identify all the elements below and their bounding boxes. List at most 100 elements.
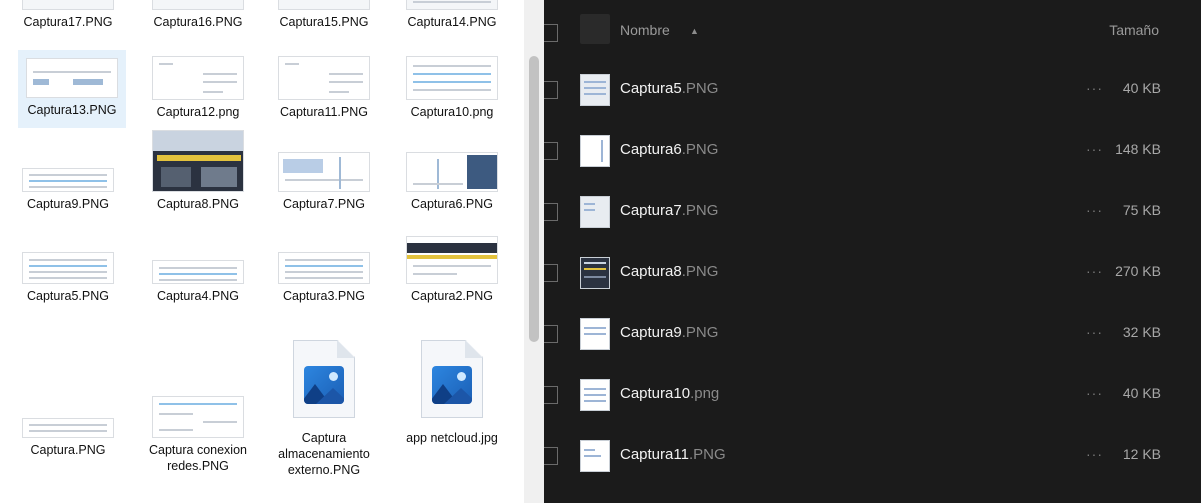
file-tile[interactable]: Captura10.png — [398, 56, 506, 120]
image-file-icon — [421, 340, 483, 418]
file-tile[interactable]: Captura almacenamiento externo.PNG — [270, 340, 378, 478]
file-name: Captura conexion redes.PNG — [149, 443, 247, 473]
thumbnail — [22, 418, 114, 438]
file-row[interactable]: Captura7.PNG ··· 75 KB — [544, 182, 1201, 243]
file-tile[interactable]: Captura.PNG — [14, 418, 122, 458]
more-actions-icon[interactable]: ··· — [1086, 446, 1103, 462]
thumbnail — [152, 260, 244, 284]
file-row[interactable]: Captura9.PNG ··· 32 KB — [544, 304, 1201, 365]
more-actions-icon[interactable]: ··· — [1086, 141, 1103, 157]
file-tile[interactable]: app netcloud.jpg — [398, 340, 506, 446]
more-actions-icon[interactable]: ··· — [1086, 385, 1103, 401]
file-tile[interactable]: Captura14.PNG — [398, 0, 506, 30]
thumbnail — [22, 252, 114, 284]
file-thumbnail — [580, 257, 610, 289]
file-size: 148 KB — [1115, 141, 1161, 157]
select-all-checkbox[interactable] — [544, 24, 558, 42]
image-file-icon — [293, 340, 355, 418]
sort-ascending-icon[interactable]: ▲ — [690, 26, 699, 36]
file-size: 12 KB — [1122, 446, 1161, 462]
file-name: Captura.PNG — [30, 443, 106, 457]
row-checkbox[interactable] — [544, 325, 558, 343]
file-name: Captura16.PNG — [153, 15, 243, 29]
file-name[interactable]: Captura9.PNG — [620, 324, 718, 341]
file-name: Captura9.PNG — [27, 197, 109, 211]
more-actions-icon[interactable]: ··· — [1086, 80, 1103, 96]
row-checkbox[interactable] — [544, 81, 558, 99]
file-thumbnail — [580, 196, 610, 228]
column-header-name[interactable]: Nombre — [620, 22, 670, 38]
file-size: 75 KB — [1122, 202, 1161, 218]
file-name[interactable]: Captura8.PNG — [620, 263, 718, 280]
file-size: 40 KB — [1122, 385, 1161, 401]
more-actions-icon[interactable]: ··· — [1086, 263, 1103, 279]
file-thumbnail — [580, 74, 610, 106]
file-tile[interactable]: Captura9.PNG — [14, 168, 122, 212]
thumbnail — [278, 56, 370, 100]
file-thumbnail — [580, 440, 610, 472]
row-checkbox[interactable] — [544, 203, 558, 221]
thumbnail — [22, 0, 114, 10]
file-tile[interactable]: Captura2.PNG — [398, 236, 506, 304]
file-tile[interactable]: Captura5.PNG — [14, 252, 122, 304]
file-tile[interactable]: Captura3.PNG — [270, 252, 378, 304]
header-thumbnail-placeholder — [580, 14, 610, 44]
file-name: Captura13.PNG — [27, 103, 117, 117]
thumbnail — [406, 152, 498, 192]
file-name: Captura14.PNG — [407, 15, 497, 29]
file-name: Captura almacenamiento externo.PNG — [278, 431, 370, 477]
thumbnail — [406, 0, 498, 10]
file-tile[interactable]: Captura12.png — [144, 56, 252, 120]
file-tile-selected[interactable]: Captura13.PNG — [18, 50, 126, 128]
file-tile[interactable]: Captura conexion redes.PNG — [144, 396, 252, 474]
file-tile[interactable]: Captura8.PNG — [144, 130, 252, 212]
file-size: 270 KB — [1115, 263, 1161, 279]
scrollbar-thumb[interactable] — [529, 56, 539, 342]
thumbnail — [278, 252, 370, 284]
file-row[interactable]: Captura6.PNG ··· 148 KB — [544, 121, 1201, 182]
file-tile[interactable]: Captura6.PNG — [398, 152, 506, 212]
file-name[interactable]: Captura10.png — [620, 385, 719, 402]
file-name: Captura15.PNG — [279, 15, 369, 29]
file-tile[interactable]: Captura16.PNG — [144, 0, 252, 30]
thumbnail — [278, 152, 370, 192]
file-size: 40 KB — [1122, 80, 1161, 96]
file-tile[interactable]: Captura17.PNG — [14, 0, 122, 30]
thumbnail — [152, 396, 244, 438]
file-row[interactable]: Captura11.PNG ··· 12 KB — [544, 426, 1201, 487]
column-header-size[interactable]: Tamaño — [1109, 22, 1159, 38]
file-tile[interactable]: Captura11.PNG — [270, 56, 378, 120]
more-actions-icon[interactable]: ··· — [1086, 324, 1103, 340]
list-header: Nombre ▲ Tamaño — [544, 10, 1201, 54]
file-thumbnail — [580, 135, 610, 167]
file-tile[interactable]: Captura7.PNG — [270, 152, 378, 212]
row-checkbox[interactable] — [544, 386, 558, 404]
file-name: Captura11.PNG — [279, 105, 368, 119]
row-checkbox[interactable] — [544, 264, 558, 282]
file-name[interactable]: Captura11.PNG — [620, 446, 726, 463]
file-row[interactable]: Captura8.PNG ··· 270 KB — [544, 243, 1201, 304]
file-tile[interactable]: Captura4.PNG — [144, 260, 252, 304]
file-name: Captura5.PNG — [27, 289, 109, 303]
file-thumbnail — [580, 379, 610, 411]
file-row[interactable]: Captura5.PNG ··· 40 KB — [544, 60, 1201, 121]
file-name: Captura10.png — [410, 105, 494, 119]
thumbnail — [152, 130, 244, 192]
more-actions-icon[interactable]: ··· — [1086, 202, 1103, 218]
file-size: 32 KB — [1122, 324, 1161, 340]
cloud-file-list: Nombre ▲ Tamaño Captura5.PNG ··· 40 KB C… — [544, 0, 1201, 503]
file-name[interactable]: Captura5.PNG — [620, 80, 718, 97]
vertical-scrollbar[interactable] — [524, 0, 544, 503]
thumbnail — [278, 0, 370, 10]
thumbnail — [406, 236, 498, 284]
thumbnail — [152, 0, 244, 10]
thumbnail — [152, 56, 244, 100]
file-thumbnail — [580, 318, 610, 350]
file-row[interactable]: Captura10.png ··· 40 KB — [544, 365, 1201, 426]
row-checkbox[interactable] — [544, 142, 558, 160]
file-name[interactable]: Captura7.PNG — [620, 202, 718, 219]
row-checkbox[interactable] — [544, 447, 558, 465]
file-name[interactable]: Captura6.PNG — [620, 141, 718, 158]
file-tile[interactable]: Captura15.PNG — [270, 0, 378, 30]
file-name: Captura2.PNG — [411, 289, 493, 303]
